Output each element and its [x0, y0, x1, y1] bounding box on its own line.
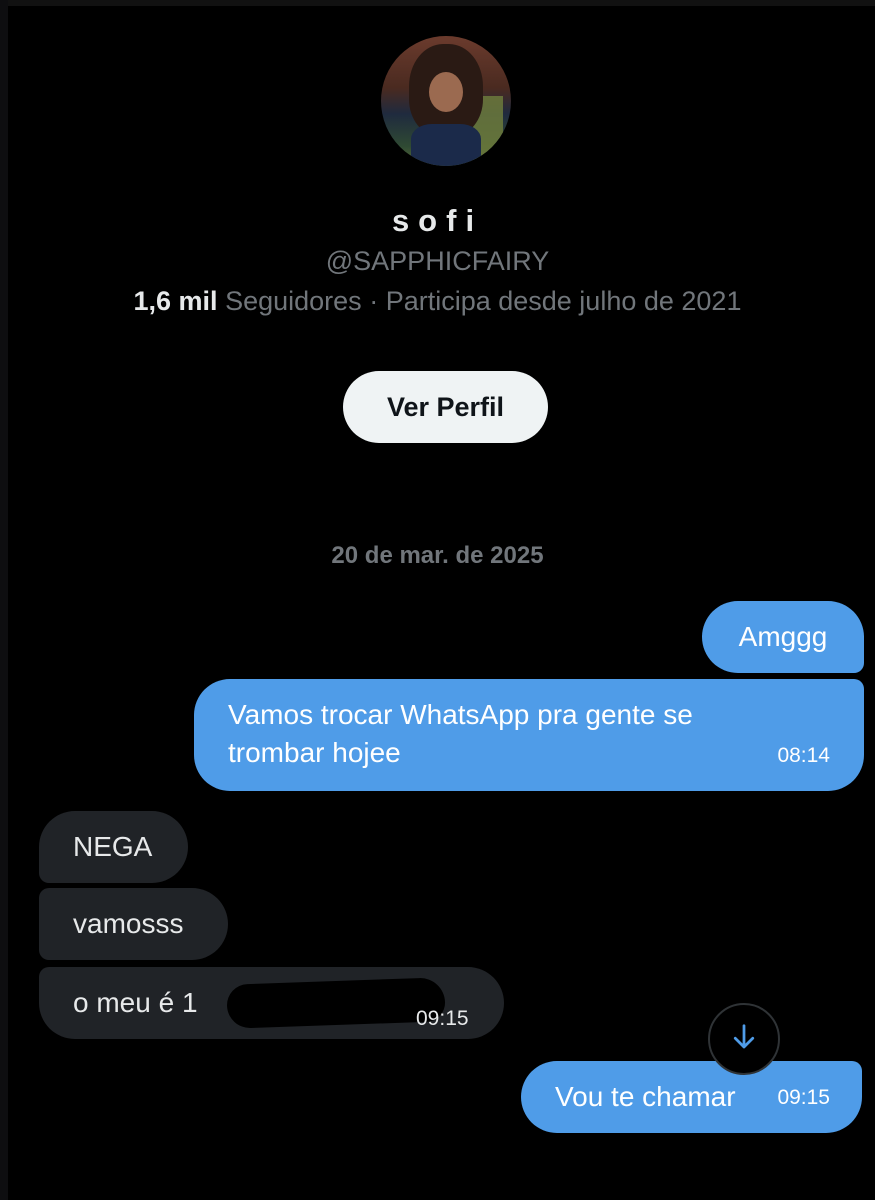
message-text: NEGA [73, 831, 153, 862]
message-bubble-sent[interactable]: Vou te chamar 09:15 [521, 1061, 862, 1133]
view-profile-button[interactable]: Ver Perfil [343, 371, 548, 443]
message-text: vamosss [73, 908, 184, 939]
left-edge [0, 0, 8, 1200]
followers-count: 1,6 mil [133, 286, 218, 316]
message-bubble-received[interactable]: o meu é 1 09:15 [39, 967, 504, 1039]
arrow-down-icon [729, 1022, 759, 1057]
message-text: Vou te chamar [555, 1081, 736, 1112]
message-time: 08:14 [777, 744, 830, 767]
message-time: 09:15 [416, 1007, 469, 1030]
scroll-to-bottom-button[interactable] [708, 1003, 780, 1075]
message-text: Vamos trocar WhatsApp pra gente se tromb… [228, 699, 693, 768]
message-bubble-sent[interactable]: Amggg [702, 601, 864, 673]
redaction-scribble [226, 977, 446, 1029]
profile-name: sofi [391, 203, 484, 238]
profile-handle: @SAPPHICFAIRY [325, 246, 550, 276]
message-time: 09:15 [777, 1086, 830, 1109]
profile-avatar[interactable] [381, 36, 511, 166]
message-bubble-received[interactable]: NEGA [39, 811, 188, 883]
conversation-date: 20 de mar. de 2025 [331, 542, 544, 569]
message-text: o meu é 1 [73, 987, 198, 1018]
followers-label: Seguidores [225, 286, 362, 316]
joined-date: · Participa desde julho de 2021 [369, 286, 742, 316]
message-bubble-received[interactable]: vamosss [39, 888, 228, 960]
top-edge [0, 0, 875, 6]
message-bubble-sent[interactable]: Vamos trocar WhatsApp pra gente se tromb… [194, 679, 864, 791]
message-text: Amggg [738, 621, 828, 652]
profile-meta: 1,6 mil Seguidores · Participa desde jul… [0, 286, 875, 317]
